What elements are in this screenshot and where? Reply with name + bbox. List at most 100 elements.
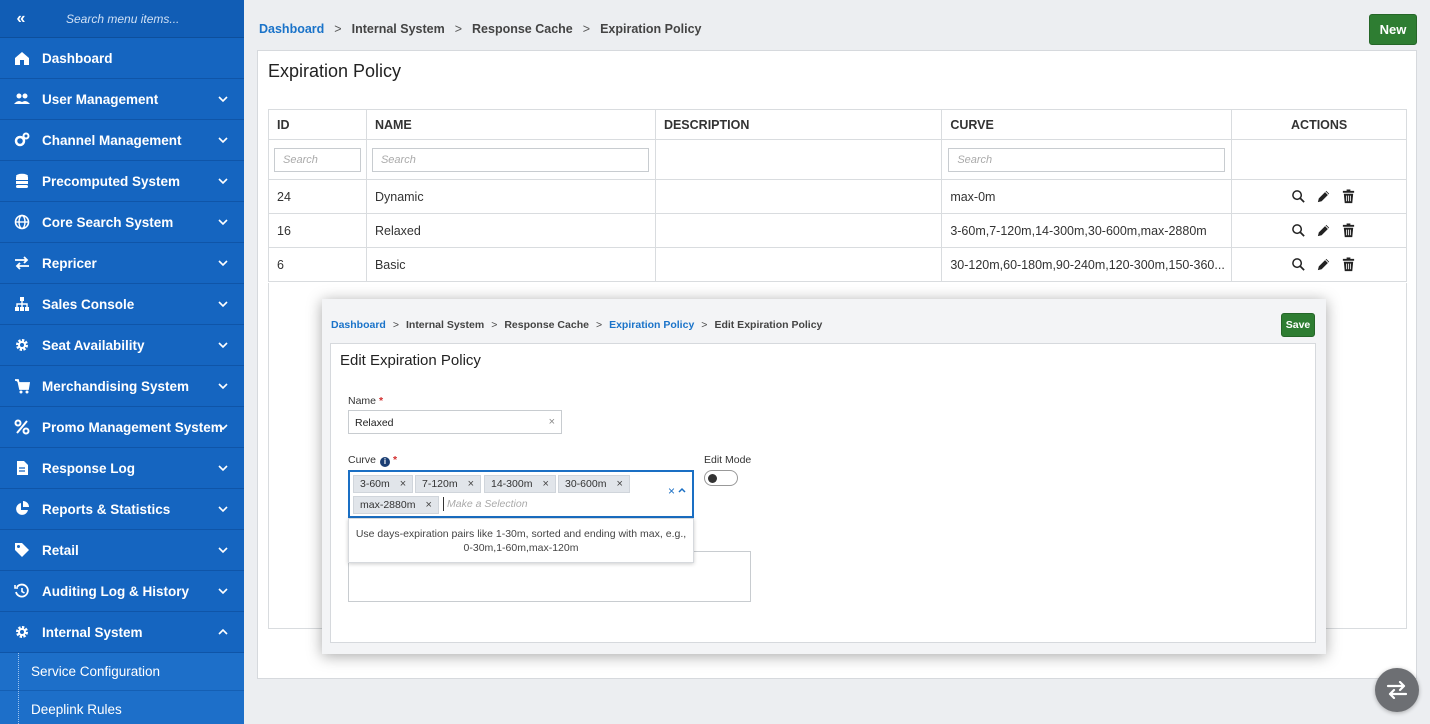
remove-tag-icon[interactable]: × [468, 478, 474, 490]
curve-tag-label: 14-300m [491, 478, 533, 490]
sidebar-item-response-log[interactable]: Response Log [0, 448, 244, 489]
search-icon[interactable] [1291, 189, 1306, 204]
sidebar-item-label: User Management [42, 91, 159, 107]
remove-tag-icon[interactable]: × [616, 478, 622, 490]
sidebar-item-dashboard[interactable]: Dashboard [0, 38, 244, 79]
sidebar-item-label: Repricer [42, 255, 97, 271]
curve-tag: 14-300m × [484, 475, 556, 493]
sidebar-item-repricer[interactable]: Repricer [0, 243, 244, 284]
trash-icon[interactable] [1341, 189, 1356, 204]
table-row[interactable]: 6 Basic 30-120m,60-180m,90-240m,120-300m,1… [268, 247, 1407, 282]
exchange-icon [14, 255, 30, 271]
save-button[interactable]: Save [1281, 313, 1315, 337]
curve-multiselect[interactable]: 3-60m × 7-120m × 14-300m × 30-600m × max-2880m × … [348, 470, 694, 518]
history-icon [14, 583, 30, 599]
chevron-down-icon [218, 383, 228, 390]
sidebar-item-label: Auditing Log & History [42, 583, 189, 599]
chevron-down-icon [218, 178, 228, 185]
sidebar-item-seat-availability[interactable]: Seat Availability [0, 325, 244, 366]
chevron-down-icon [218, 506, 228, 513]
edit-pencil-icon[interactable] [1316, 257, 1331, 272]
sidebar-item-label: Promo Management System [42, 419, 223, 435]
edit-pencil-icon[interactable] [1316, 189, 1331, 204]
edit-pencil-icon[interactable] [1316, 223, 1331, 238]
curve-filter-input[interactable]: Search [948, 147, 1226, 172]
remove-tag-icon[interactable]: × [400, 478, 406, 490]
sidebar-item-label: Reports & Statistics [42, 501, 171, 517]
modal-breadcrumb-internal-system: Internal System [405, 319, 485, 331]
new-button[interactable]: New [1369, 14, 1417, 45]
curve-tag-label: 30-600m [565, 478, 607, 490]
cell-actions [1231, 247, 1407, 282]
sidebar-item-internal-system[interactable]: Internal System [0, 612, 244, 653]
filter-row: Search Search Search [268, 139, 1407, 180]
column-header-curve[interactable]: CURVE [941, 109, 1233, 140]
toggle-knob [708, 474, 717, 483]
modal-breadcrumb-dashboard[interactable]: Dashboard [331, 319, 386, 331]
sidebar-item-reports-statistics[interactable]: Reports & Statistics [0, 489, 244, 530]
edit-policy-modal: Dashboard > Internal System > Response Cache… [322, 299, 1326, 654]
cell-curve: max-0m [941, 179, 1233, 214]
name-filter-input[interactable]: Search [371, 147, 649, 172]
cell-id: 6 [268, 247, 367, 282]
sidebar-item-channel-management[interactable]: Channel Management [0, 120, 244, 161]
cart-icon [14, 378, 30, 394]
name-field[interactable]: Relaxed × [348, 410, 562, 434]
sidebar-item-user-management[interactable]: User Management [0, 79, 244, 120]
sidebar-item-core-search-system[interactable]: Core Search System [0, 202, 244, 243]
remove-tag-icon[interactable]: × [425, 499, 431, 511]
switch-floating-button[interactable] [1375, 668, 1419, 712]
chevron-down-icon [218, 137, 228, 144]
search-icon[interactable] [1291, 223, 1306, 238]
sidebar-item-sales-console[interactable]: Sales Console [0, 284, 244, 325]
name-field-value: Relaxed [355, 417, 394, 429]
sidebar-item-promo-management-system[interactable]: Promo Management System [0, 407, 244, 448]
sidebar-item-label: Core Search System [42, 214, 174, 230]
breadcrumb-dashboard[interactable]: Dashboard [259, 22, 324, 36]
sidebar-subitem-label: Deeplink Rules [31, 702, 122, 717]
cell-name: Relaxed [365, 213, 656, 248]
curve-tag-label: 7-120m [422, 478, 458, 490]
cell-id: 16 [268, 213, 367, 248]
pie-chart-icon [14, 501, 30, 517]
policy-table: ID NAME DESCRIPTION CURVE ACTIONS Search… [268, 109, 1407, 282]
curve-tag: max-2880m × [353, 496, 439, 514]
sidebar-item-merchandising-system[interactable]: Merchandising System [0, 366, 244, 407]
curve-tag: 7-120m × [415, 475, 482, 493]
home-icon [14, 50, 30, 66]
chevron-down-icon [218, 465, 228, 472]
sidebar-item-label: Precomputed System [42, 173, 181, 189]
column-header-id[interactable]: ID [268, 109, 367, 140]
sidebar-subitem-label: Service Configuration [31, 664, 161, 679]
sidebar-subitem-service-configuration[interactable]: Service Configuration [0, 653, 244, 691]
page-title: Expiration Policy [268, 61, 402, 81]
sidebar-item-auditing-log-history[interactable]: Auditing Log & History [0, 571, 244, 612]
id-filter-input[interactable]: Search [274, 147, 361, 172]
column-header-name[interactable]: NAME [365, 109, 656, 140]
column-header-description[interactable]: DESCRIPTION [654, 109, 943, 140]
sidebar-item-label: Sales Console [42, 296, 135, 312]
table-row[interactable]: 24 Dynamic max-0m [268, 179, 1407, 214]
sidebar-item-label: Retail [42, 542, 79, 558]
curve-tag: 3-60m × [353, 475, 414, 493]
clear-selection-icon[interactable]: × [668, 484, 675, 498]
modal-breadcrumb-expiration-policy[interactable]: Expiration Policy [609, 319, 694, 331]
trash-icon[interactable] [1341, 257, 1356, 272]
chevron-up-icon[interactable] [677, 485, 687, 495]
curve-select-input[interactable]: Make a Selection [443, 497, 528, 511]
sidebar-subitem-deeplink-rules[interactable]: Deeplink Rules [0, 691, 244, 724]
trash-icon[interactable] [1341, 223, 1356, 238]
menu-search-input[interactable]: Search menu items... [42, 12, 179, 26]
remove-tag-icon[interactable]: × [542, 478, 548, 490]
tag-icon [14, 542, 30, 558]
chevron-down-icon [218, 342, 228, 349]
info-icon[interactable]: i [380, 456, 391, 467]
sidebar-item-retail[interactable]: Retail [0, 530, 244, 571]
search-icon[interactable] [1291, 257, 1306, 272]
exchange-icon [1386, 681, 1408, 699]
edit-mode-toggle[interactable] [704, 470, 738, 486]
table-row[interactable]: 16 Relaxed 3-60m,7-120m,14-300m,30-600m,ma… [268, 213, 1407, 248]
sidebar-item-precomputed-system[interactable]: Precomputed System [0, 161, 244, 202]
clear-name-icon[interactable]: × [549, 416, 555, 428]
collapse-sidebar-icon[interactable]: « [0, 10, 42, 28]
